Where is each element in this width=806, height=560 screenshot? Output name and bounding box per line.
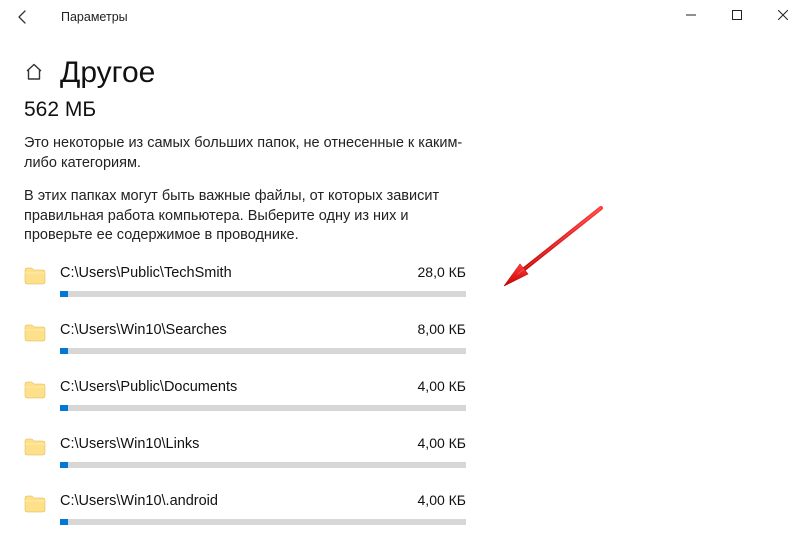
folder-usage-bar [60,405,466,411]
content-area: Другое 562 МБ Это некоторые из самых бол… [0,34,490,525]
window-title: Параметры [61,10,128,24]
folder-size: 4,00 КБ [418,435,466,451]
folder-usage-bar [60,348,466,354]
folder-item[interactable]: C:\Users\Win10\.android 4,00 КБ [24,492,466,525]
titlebar: Параметры [0,0,806,34]
folder-usage-fill [60,348,68,354]
folder-usage-bar [60,519,466,525]
close-button[interactable] [760,0,806,30]
folder-usage-bar [60,462,466,468]
folder-usage-fill [60,405,68,411]
folder-item[interactable]: C:\Users\Public\Documents 4,00 КБ [24,378,466,411]
folder-item[interactable]: C:\Users\Win10\Searches 8,00 КБ [24,321,466,354]
folder-path: C:\Users\Win10\Searches [60,322,227,338]
folder-icon [24,323,46,343]
folder-path: C:\Users\Win10\Links [60,436,199,452]
back-button[interactable] [0,0,45,34]
minimize-button[interactable] [668,0,714,30]
description-1: Это некоторые из самых больших папок, не… [24,134,466,173]
page-title: Другое [60,56,155,90]
folder-body: C:\Users\Public\Documents 4,00 КБ [60,378,466,411]
folder-body: C:\Users\Public\TechSmith 28,0 КБ [60,264,466,297]
folder-body: C:\Users\Win10\Links 4,00 КБ [60,435,466,468]
folder-item[interactable]: C:\Users\Public\TechSmith 28,0 КБ [24,264,466,297]
folder-size: 28,0 КБ [418,264,466,280]
folder-list: C:\Users\Public\TechSmith 28,0 КБ C:\Use… [24,264,466,525]
folder-icon [24,437,46,457]
folder-icon [24,266,46,286]
folder-icon [24,380,46,400]
annotation-arrow [498,204,608,294]
folder-size: 4,00 КБ [418,378,466,394]
home-icon[interactable] [24,62,44,85]
folder-usage-fill [60,462,68,468]
folder-size: 8,00 КБ [418,321,466,337]
total-size: 562 МБ [24,98,466,122]
folder-usage-bar [60,291,466,297]
folder-path: C:\Users\Public\Documents [60,379,237,395]
folder-body: C:\Users\Win10\Searches 8,00 КБ [60,321,466,354]
folder-body: C:\Users\Win10\.android 4,00 КБ [60,492,466,525]
folder-icon [24,494,46,514]
description-2: В этих папках могут быть важные файлы, о… [24,187,466,246]
folder-usage-fill [60,519,68,525]
folder-path: C:\Users\Public\TechSmith [60,265,232,281]
folder-item[interactable]: C:\Users\Win10\Links 4,00 КБ [24,435,466,468]
folder-path: C:\Users\Win10\.android [60,493,218,509]
folder-size: 4,00 КБ [418,492,466,508]
maximize-button[interactable] [714,0,760,30]
folder-usage-fill [60,291,68,297]
